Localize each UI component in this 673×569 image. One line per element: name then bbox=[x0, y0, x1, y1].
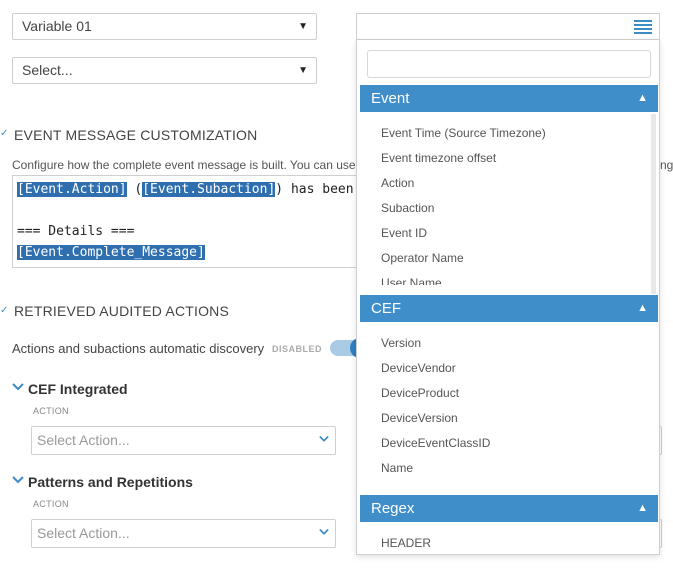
dropdown-section-cef[interactable]: CEF ▲ bbox=[360, 295, 658, 322]
editor-text: ) has been bbox=[275, 182, 354, 197]
dropdown-item[interactable]: DeviceProduct bbox=[381, 386, 459, 400]
editor-text: ( bbox=[126, 182, 143, 197]
check-icon: ✓ bbox=[0, 305, 9, 316]
dropdown-item[interactable]: Subaction bbox=[381, 201, 434, 215]
caret-up-icon: ▲ bbox=[637, 302, 648, 314]
group-title-cef: CEF Integrated bbox=[28, 381, 128, 397]
dropdown-search-input[interactable] bbox=[367, 50, 651, 78]
chevron-down-icon bbox=[319, 435, 329, 442]
event-message-description: Configure how the complete event message… bbox=[12, 158, 371, 172]
action-label: ACTION bbox=[33, 499, 69, 509]
section-scrollbar[interactable] bbox=[651, 114, 656, 294]
dropdown-item[interactable]: Version bbox=[381, 336, 421, 350]
dropdown-item[interactable]: DeviceEventClassID bbox=[381, 436, 490, 450]
caret-down-icon: ▼ bbox=[298, 21, 308, 32]
toggle-state-label: DISABLED bbox=[272, 344, 323, 354]
editor-text: === Details === bbox=[17, 224, 135, 239]
caret-down-icon: ▼ bbox=[298, 65, 308, 76]
action-label: ACTION bbox=[33, 406, 69, 416]
list-menu-icon[interactable] bbox=[633, 18, 653, 36]
dropdown-item[interactable]: Action bbox=[381, 176, 414, 190]
dropdown-item[interactable]: Event ID bbox=[381, 226, 427, 240]
dropdown-item[interactable]: User Name bbox=[381, 276, 442, 285]
field-dropdown-panel: Event ▲ Event Time (Source Timezone) Eve… bbox=[356, 40, 660, 555]
group-title-patterns: Patterns and Repetitions bbox=[28, 474, 193, 490]
select-action-cef[interactable]: Select Action... bbox=[31, 426, 336, 455]
select-action-placeholder: Select Action... bbox=[37, 432, 130, 448]
event-message-description-overflow: ng bbox=[660, 158, 673, 172]
variable-select-value: Variable 01 bbox=[22, 18, 92, 34]
secondary-select-value: Select... bbox=[22, 62, 73, 78]
section-title: CEF bbox=[371, 300, 401, 317]
chevron-down-icon[interactable] bbox=[12, 474, 24, 488]
variable-field-select[interactable] bbox=[356, 13, 660, 40]
dropdown-item[interactable]: Operator Name bbox=[381, 251, 464, 265]
section-title: Regex bbox=[371, 500, 415, 517]
select-action-placeholder: Select Action... bbox=[37, 525, 130, 541]
dropdown-item[interactable]: Event Time (Source Timezone) bbox=[381, 126, 546, 140]
message-template-editor[interactable]: [Event.Action] ([Event.Subaction]) has b… bbox=[12, 175, 362, 268]
section-title: Event bbox=[371, 90, 410, 107]
token-event-complete-message: [Event.Complete_Message] bbox=[17, 245, 205, 260]
auto-discovery-label: Actions and subactions automatic discove… bbox=[12, 341, 265, 356]
chevron-down-icon bbox=[319, 528, 329, 535]
event-message-title: EVENT MESSAGE CUSTOMIZATION bbox=[14, 127, 258, 143]
dropdown-item[interactable]: HEADER bbox=[381, 536, 431, 550]
token-event-subaction: [Event.Subaction] bbox=[142, 182, 276, 197]
dropdown-section-regex[interactable]: Regex ▲ bbox=[360, 495, 658, 522]
token-event-action: [Event.Action] bbox=[17, 182, 127, 197]
variable-select[interactable]: Variable 01 ▼ bbox=[12, 13, 317, 40]
select-action-patterns[interactable]: Select Action... bbox=[31, 519, 336, 548]
dropdown-item[interactable]: Event timezone offset bbox=[381, 151, 496, 165]
caret-up-icon: ▲ bbox=[637, 92, 648, 104]
dropdown-item[interactable]: DeviceVendor bbox=[381, 361, 456, 375]
retrieved-actions-title: RETRIEVED AUDITED ACTIONS bbox=[14, 303, 230, 319]
check-icon: ✓ bbox=[0, 128, 9, 139]
chevron-down-icon[interactable] bbox=[12, 381, 24, 395]
dropdown-section-event[interactable]: Event ▲ bbox=[360, 85, 658, 112]
caret-up-icon: ▲ bbox=[637, 502, 648, 514]
dropdown-item[interactable]: Name bbox=[381, 461, 413, 475]
secondary-select[interactable]: Select... ▼ bbox=[12, 57, 317, 84]
dropdown-item[interactable]: DeviceVersion bbox=[381, 411, 458, 425]
